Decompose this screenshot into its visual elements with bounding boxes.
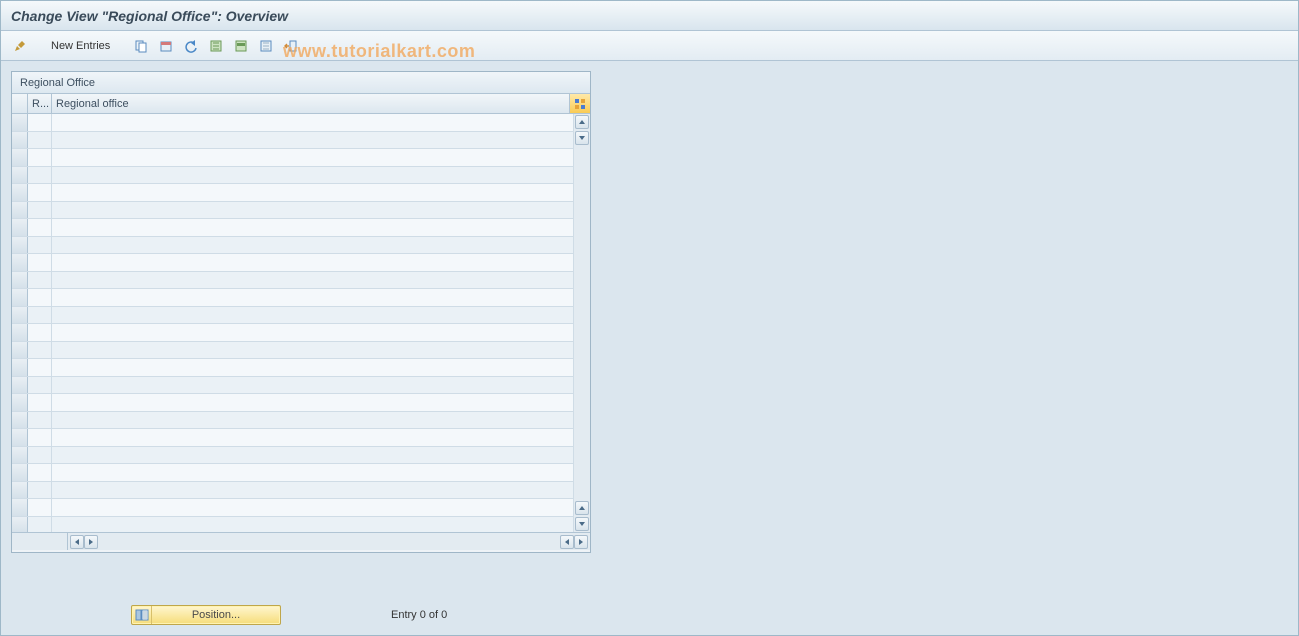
table-row[interactable]: [12, 359, 574, 377]
scroll-right-button[interactable]: [84, 535, 98, 549]
table-row[interactable]: [12, 219, 574, 237]
vertical-scrollbar[interactable]: [574, 114, 590, 532]
table-row[interactable]: [12, 499, 574, 517]
page-title: Change View "Regional Office": Overview: [11, 8, 288, 24]
copy-as-button[interactable]: [130, 35, 152, 57]
select-all-button[interactable]: [205, 35, 227, 57]
footer-bar: Position... Entry 0 of 0: [1, 595, 1298, 635]
scroll-up-button[interactable]: [575, 115, 589, 129]
table-row[interactable]: [12, 394, 574, 412]
table-row[interactable]: [12, 184, 574, 202]
header-selector[interactable]: [12, 94, 28, 113]
new-entries-button[interactable]: New Entries: [42, 35, 119, 57]
table-row[interactable]: [12, 149, 574, 167]
select-block-button[interactable]: [230, 35, 252, 57]
position-button[interactable]: Position...: [131, 605, 281, 625]
table-row[interactable]: [12, 342, 574, 360]
table-row[interactable]: [12, 307, 574, 325]
column-header-code[interactable]: R...: [28, 94, 52, 113]
scroll-down-button[interactable]: [575, 131, 589, 145]
delete-button[interactable]: [155, 35, 177, 57]
table-row[interactable]: [12, 517, 574, 533]
column-header-name[interactable]: Regional office: [52, 94, 570, 113]
table-row[interactable]: [12, 324, 574, 342]
table-row[interactable]: [12, 202, 574, 220]
app-toolbar: New Entries: [1, 31, 1298, 61]
table-row[interactable]: [12, 464, 574, 482]
table-row[interactable]: [12, 132, 574, 150]
table-row[interactable]: [12, 289, 574, 307]
toggle-display-change-button[interactable]: [9, 35, 31, 57]
panel-title: Regional Office: [12, 72, 590, 94]
undo-change-button[interactable]: [180, 35, 202, 57]
table-row[interactable]: [12, 377, 574, 395]
scroll-left-button-2[interactable]: [560, 535, 574, 549]
table-control: R... Regional office: [12, 94, 590, 552]
position-icon: [132, 606, 152, 624]
table-row[interactable]: [12, 114, 574, 132]
table-row[interactable]: [12, 237, 574, 255]
scroll-up-button-2[interactable]: [575, 501, 589, 515]
titlebar: Change View "Regional Office": Overview: [1, 1, 1298, 31]
table-row[interactable]: [12, 272, 574, 290]
table-row[interactable]: [12, 482, 574, 500]
table-body: [12, 114, 590, 532]
new-entries-label: New Entries: [51, 40, 110, 52]
table-row[interactable]: [12, 167, 574, 185]
table-header: R... Regional office: [12, 94, 590, 114]
table-row[interactable]: [12, 254, 574, 272]
horizontal-scrollbar[interactable]: [12, 532, 590, 550]
table-settings-button[interactable]: [570, 94, 590, 113]
scroll-down-button-2[interactable]: [575, 517, 589, 531]
scroll-right-button-2[interactable]: [574, 535, 588, 549]
table-row[interactable]: [12, 429, 574, 447]
table-row[interactable]: [12, 412, 574, 430]
scroll-left-button[interactable]: [70, 535, 84, 549]
position-label: Position...: [152, 609, 280, 621]
regional-office-panel: Regional Office R... Regional office: [11, 71, 591, 553]
configuration-button[interactable]: [280, 35, 302, 57]
deselect-all-button[interactable]: [255, 35, 277, 57]
content-area: Regional Office R... Regional office: [1, 61, 1298, 563]
table-row[interactable]: [12, 447, 574, 465]
entry-counter: Entry 0 of 0: [391, 609, 447, 621]
